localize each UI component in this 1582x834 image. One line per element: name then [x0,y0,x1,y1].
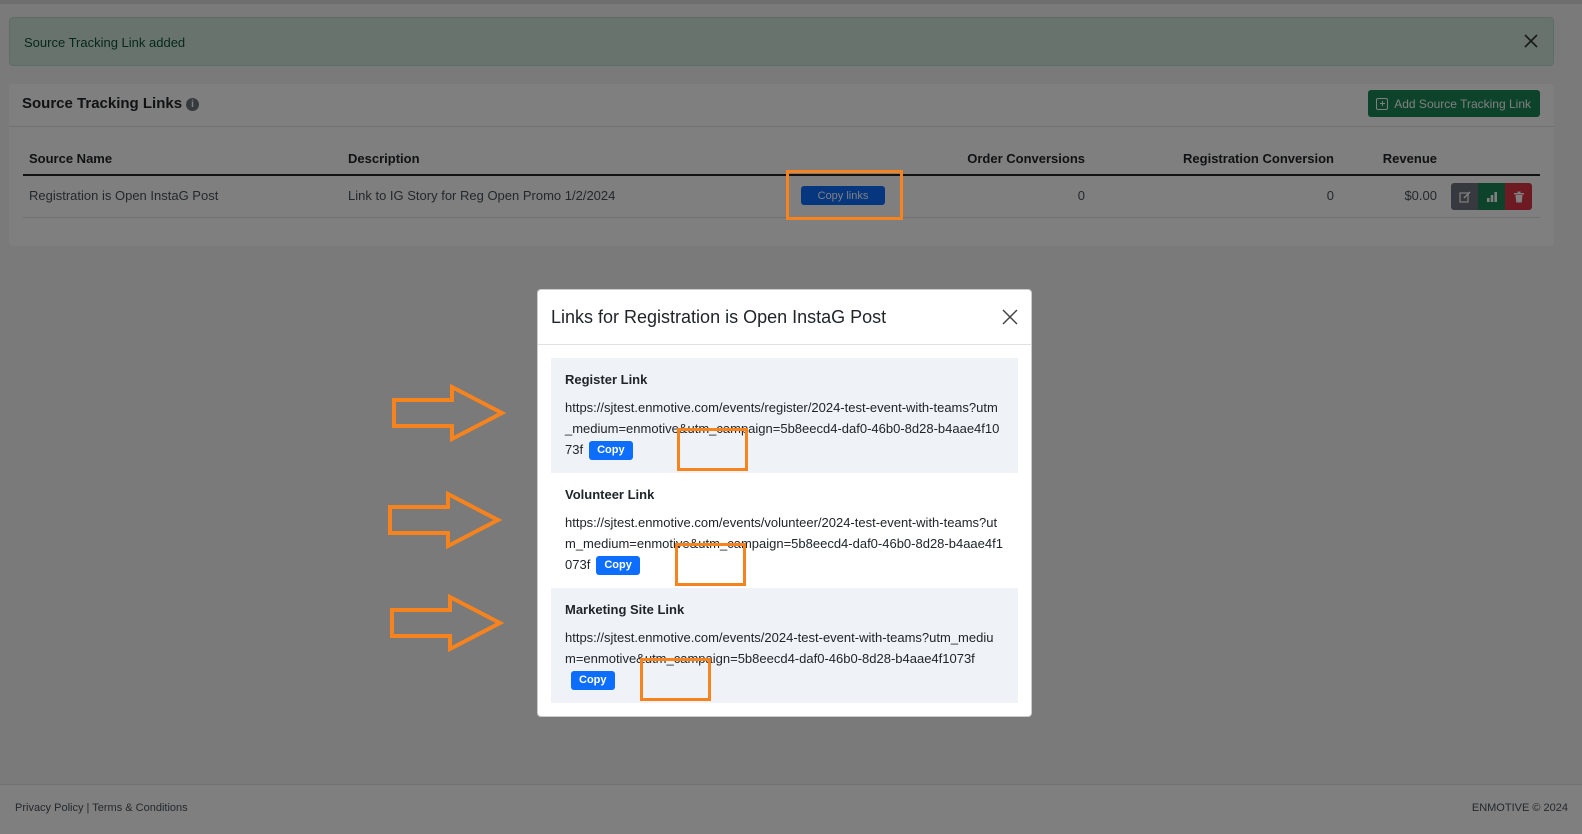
highlight-copy-marketing [640,658,711,701]
arrow-right-icon [390,593,505,653]
modal-title: Links for Registration is Open InstaG Po… [551,307,887,327]
marketing-site-link-url-text: https://sjtest.enmotive.com/events/2024-… [565,630,994,666]
arrow-right-icon [392,383,507,443]
volunteer-link-url: https://sjtest.enmotive.com/events/volun… [565,512,1004,575]
register-link-url: https://sjtest.enmotive.com/events/regis… [565,397,1004,460]
marketing-site-link-block: Marketing Site Link https://sjtest.enmot… [551,588,1018,703]
modal-divider [538,344,1031,345]
marketing-site-link-url: https://sjtest.enmotive.com/events/2024-… [565,627,1004,690]
volunteer-link-title: Volunteer Link [565,487,655,502]
links-modal: Links for Registration is Open InstaG Po… [537,289,1032,717]
highlight-copy-links [786,170,903,220]
register-link-title: Register Link [565,372,648,387]
marketing-site-link-title: Marketing Site Link [565,602,685,617]
copy-register-link-button[interactable]: Copy [589,441,633,460]
highlight-copy-register [677,428,748,471]
copy-marketing-site-link-button[interactable]: Copy [571,671,615,690]
volunteer-link-block: Volunteer Link https://sjtest.enmotive.c… [551,473,1018,588]
copy-volunteer-link-button[interactable]: Copy [596,556,640,575]
register-link-block: Register Link https://sjtest.enmotive.co… [551,358,1018,473]
highlight-copy-volunteer [675,543,746,586]
close-icon[interactable] [1001,308,1019,326]
arrow-right-icon [388,490,503,550]
